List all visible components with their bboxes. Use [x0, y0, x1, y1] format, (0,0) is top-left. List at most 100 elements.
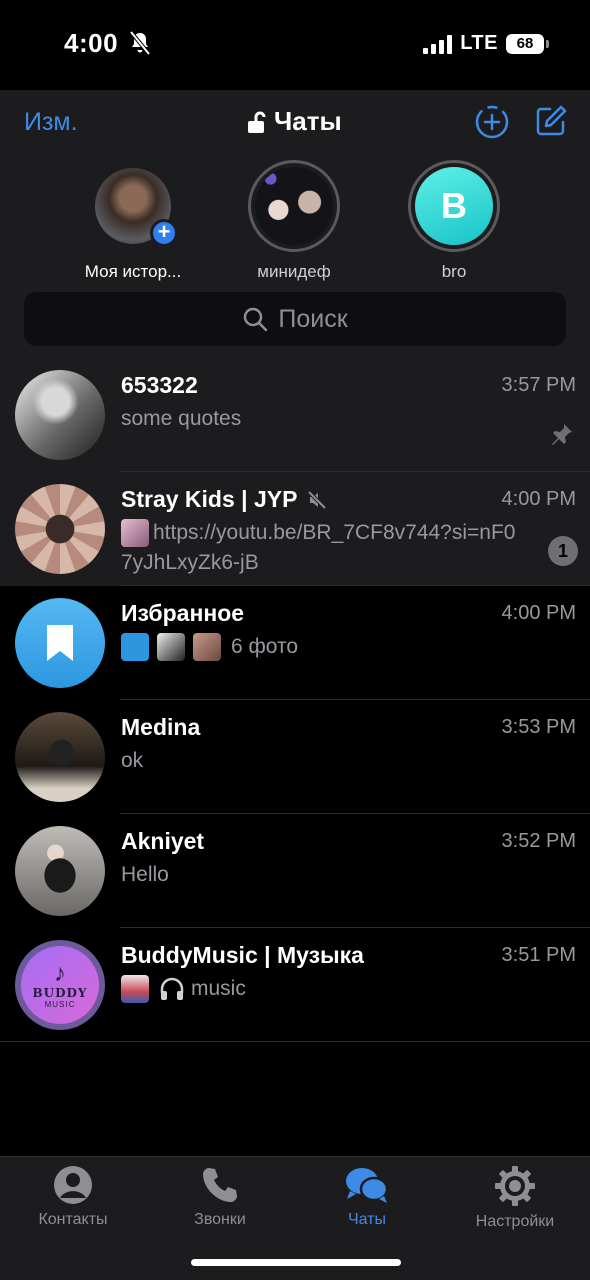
avatar: [15, 712, 105, 802]
chat-time: 3:53 PM: [501, 716, 576, 738]
tab-label: Настройки: [475, 1213, 555, 1230]
chat-name-text: Stray Kids | JYP: [121, 486, 298, 512]
chat-message: 6 фото: [121, 632, 521, 662]
chat-message: Hello: [121, 863, 169, 886]
avatar: [15, 370, 105, 460]
avatar-text: BUDDY: [32, 985, 88, 1000]
bookmark-icon: [47, 625, 73, 661]
tab-calls[interactable]: Звонки: [150, 1165, 290, 1229]
chat-name: Akniyet: [121, 828, 204, 855]
tab-label: Чаты: [347, 1211, 387, 1228]
gear-icon: [495, 1166, 535, 1206]
tab-chats[interactable]: Чаты: [297, 1165, 437, 1229]
story-label: Моя истор...: [84, 262, 182, 281]
chat-row[interactable]: Medina 3:53 PM ok: [0, 700, 590, 814]
message-thumbnail: [193, 633, 221, 661]
chat-row[interactable]: Akniyet 3:52 PM Hello: [0, 814, 590, 928]
phone-icon: [203, 1168, 237, 1202]
chat-time: 3:52 PM: [501, 830, 576, 852]
avatar: [255, 167, 333, 245]
chat-list: 653322 3:57 PM some quotes Stray Kids | …: [0, 358, 590, 1042]
chat-message: some quotes: [121, 407, 242, 430]
avatar: [15, 484, 105, 574]
music-note-icon: ♪: [54, 959, 66, 987]
chat-message: ok: [121, 749, 144, 772]
chat-time: 3:57 PM: [501, 374, 576, 396]
avatar-initial: B: [441, 185, 467, 226]
chat-row[interactable]: Избранное 4:00 PM 6 фото: [0, 586, 590, 700]
title-wrap: Чаты: [246, 106, 342, 137]
tab-settings[interactable]: Настройки: [445, 1165, 585, 1231]
unlock-icon[interactable]: [246, 110, 266, 134]
chat-time: 4:00 PM: [501, 488, 576, 510]
chat-row[interactable]: Stray Kids | JYP 4:00 PM https://youtu.b…: [0, 472, 590, 586]
chat-name-text: Medina: [121, 714, 201, 740]
signal-icon: [423, 34, 453, 54]
story-bro[interactable]: B bro: [374, 160, 534, 282]
avatar: [15, 826, 105, 916]
message-thumbnail: [121, 519, 149, 548]
nav-bar: Изм. Чаты: [0, 90, 590, 154]
compose-icon[interactable]: [534, 104, 568, 138]
battery-icon: 68: [506, 33, 549, 54]
chat-name: Избранное: [121, 600, 244, 627]
status-time: 4:00: [64, 28, 119, 58]
search-placeholder: Поиск: [278, 304, 348, 333]
status-bar: 4:00 LTE 68: [0, 0, 590, 90]
chat-message-text: music: [191, 977, 246, 1000]
story-avatar-ring: [248, 160, 340, 252]
chat-time: 4:00 PM: [501, 602, 576, 624]
status-indicators: LTE 68: [423, 32, 549, 55]
header-area: Изм. Чаты + Моя истор... минидеф B bro П…: [0, 90, 590, 358]
chat-message-text: 6 фото: [231, 635, 299, 658]
chat-name-text: Избранное: [121, 600, 245, 626]
chat-name-text: BuddyMusic | Музыка: [121, 942, 364, 968]
add-story-badge-icon[interactable]: +: [150, 219, 178, 247]
chat-message: https://youtu.be/BR_7CF8v744?si=nF07yJhL…: [121, 518, 521, 578]
stories-row: + Моя истор... минидеф B bro: [0, 160, 590, 282]
story-minidef[interactable]: минидеф: [214, 160, 374, 282]
unread-badge: 1: [548, 536, 578, 566]
chat-time: 3:51 PM: [501, 944, 576, 966]
tab-bar: Контакты Звонки Чаты Настройки: [0, 1156, 590, 1280]
chat-name-text: 653322: [121, 372, 198, 398]
chat-name: Stray Kids | JYP: [121, 486, 327, 513]
search-input[interactable]: Поиск: [24, 292, 566, 346]
home-indicator[interactable]: [191, 1259, 401, 1266]
chat-message-text: https://youtu.be/BR_7CF8v744?si=nF07yJhL…: [121, 521, 516, 574]
network-label: LTE: [460, 32, 498, 54]
message-thumbnail: [121, 633, 149, 661]
story-label: bro: [441, 262, 467, 281]
chat-bubbles-icon: [346, 1168, 389, 1203]
pin-icon: [552, 424, 572, 445]
buddy-logo: ♪ BUDDY MUSIC: [21, 946, 99, 1024]
tab-label: Звонки: [194, 1211, 246, 1228]
avatar: ♪ BUDDY MUSIC: [15, 940, 105, 1030]
avatar: [15, 598, 105, 688]
chat-name: Medina: [121, 714, 200, 741]
headphones-icon: [160, 977, 184, 1000]
add-story-icon[interactable]: [474, 104, 510, 140]
chat-name-text: Akniyet: [121, 828, 205, 854]
story-label: минидеф: [257, 262, 331, 281]
muted-icon: [308, 490, 327, 509]
chat-message: music: [121, 974, 521, 1004]
edit-button[interactable]: Изм.: [24, 108, 78, 137]
page-title: Чаты: [274, 106, 342, 136]
tab-label: Контакты: [38, 1211, 108, 1228]
story-my[interactable]: + Моя истор...: [53, 160, 213, 282]
story-avatar-ring: B: [408, 160, 500, 252]
message-thumbnail: [157, 633, 185, 661]
tab-contacts[interactable]: Контакты: [3, 1165, 143, 1229]
bell-off-icon: [129, 30, 151, 56]
story-avatar-ring: +: [87, 160, 179, 252]
chat-row[interactable]: ♪ BUDDY MUSIC BuddyMusic | Музыка 3:51 P…: [0, 928, 590, 1042]
search-icon: [244, 307, 268, 332]
chat-row[interactable]: 653322 3:57 PM some quotes: [0, 358, 590, 472]
chat-name: BuddyMusic | Музыка: [121, 942, 364, 969]
person-icon: [54, 1166, 92, 1204]
chat-name: 653322: [121, 372, 198, 399]
message-thumbnail: [121, 975, 149, 1003]
avatar: B: [415, 167, 493, 245]
avatar-subtext: MUSIC: [44, 999, 76, 1009]
